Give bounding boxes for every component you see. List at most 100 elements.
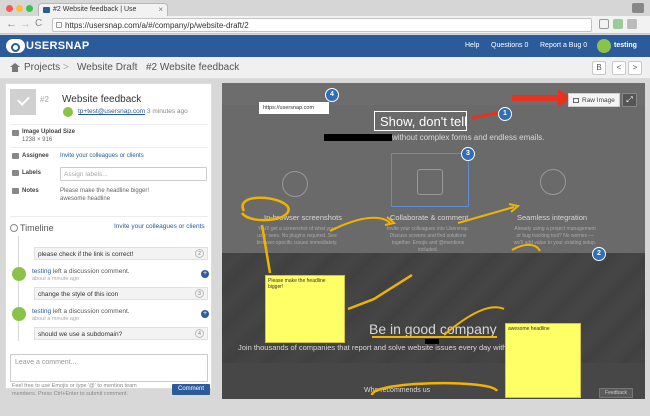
notes-label: Notes [22,188,39,194]
expand-icon[interactable]: ⤢ [622,93,637,107]
annotation-arrow [511,243,541,252]
reporter-info: tp+test@usersnap.com 3 minutes ago [78,108,188,115]
plus-icon[interactable]: + [201,310,209,318]
feedback-tab: Feedback [599,388,633,398]
report-bug-link[interactable]: Report a Bug 0 [540,42,587,49]
annotation-marker-1[interactable]: 1 [498,107,512,121]
menu-icon[interactable] [627,19,637,29]
extension-icon[interactable] [613,19,623,29]
image-icon [573,98,579,103]
usersnap-logo-icon [6,39,25,53]
comment-help-text: Feel free to use Emojis or type '@' to m… [12,383,137,397]
timeline-time: about a minute ago [32,316,80,322]
annotation-arrow [260,224,272,274]
divider [10,147,208,148]
annotation-arrow [457,206,515,224]
annotation-marker-4[interactable]: 4 [325,88,339,102]
raw-image-button[interactable]: Raw Image [568,93,620,107]
upload-size-value: 1238 × 916 [22,137,53,143]
assignee-invite-link[interactable]: Invite your colleagues or clients [60,153,144,159]
forward-icon[interactable]: → [20,18,31,30]
chrome-user-icon[interactable] [632,3,644,13]
divider [10,124,208,125]
reporter-email[interactable]: tp+test@usersnap.com [78,108,145,115]
tab-title: #2 Website feedback | Use [53,6,137,13]
timeline-invite-link[interactable]: Invite your colleagues or clients [114,223,205,230]
upload-size-label: Image Upload Size [22,129,76,135]
screenshot-viewer[interactable]: https://usersnap.com Show, don't tell wi… [222,83,645,399]
prev-issue-button[interactable]: < [612,61,626,75]
annotation-circle [370,381,499,396]
report-badge: 0 [583,42,588,49]
reload-icon[interactable]: C [35,18,42,29]
notes-icon [12,188,19,194]
timeline-icon [10,224,18,232]
drawn-annotations [240,89,572,396]
address-bar[interactable]: https://usersnap.com/a/#/company/p/websi… [52,18,592,32]
annotation-marker-3[interactable]: 3 [461,147,475,161]
plus-icon[interactable]: + [201,270,209,278]
labels-input[interactable]: Assign labels... [60,167,207,181]
close-tab-icon[interactable]: × [158,5,163,14]
bookmark-issue-button[interactable]: B [592,61,606,75]
timeline-time: about a minute ago [32,276,80,282]
timeline-activity: testing left a discussion comment. [32,268,130,275]
home-icon[interactable] [10,63,20,72]
submit-comment-button[interactable]: Comment [172,384,210,395]
breadcrumb-separator: > [63,62,69,73]
timeline-activity: testing left a discussion comment. [32,308,130,315]
timeline-title: Timeline [20,223,54,233]
reporter-avatar [62,106,74,118]
note-line: awesome headline [60,196,111,202]
usersnap-favicon-icon [43,7,50,13]
sticky-note[interactable]: Please make the headline bigger! [265,275,345,343]
marker-badge: 4 [195,329,204,338]
annotation-arrow [329,216,391,232]
user-avatar [12,307,26,321]
user-menu[interactable]: testing [614,42,637,49]
breadcrumb-website-draft[interactable]: Website Draft [77,62,137,73]
sticky-note[interactable]: awesome headline [505,323,581,398]
annotation-arrow [443,306,505,336]
divider [10,216,208,217]
usersnap-logo[interactable]: USERSNAP [6,39,89,53]
labels-icon [12,170,19,176]
minimize-window-icon[interactable] [16,5,23,12]
back-icon[interactable]: ← [6,18,17,30]
issue-detail-panel: #2 Website feedback tp+test@usersnap.com… [5,83,212,397]
page-icon [56,22,62,28]
timeline-item[interactable]: please check if the link is correct! 2 [34,247,208,260]
next-issue-button[interactable]: > [628,61,642,75]
annotation-circle [240,196,290,222]
browser-tab[interactable]: #2 Website feedback | Use × [38,3,168,16]
marker-badge: 2 [195,249,204,258]
marker-badge: 3 [195,289,204,298]
app-header: USERSNAP Help Questions 0 Report a Bug 0… [0,35,650,57]
timeline-item[interactable]: change the style of this icon 3 [34,287,208,300]
maximize-window-icon[interactable] [26,5,33,12]
breadcrumb-projects[interactable]: Projects [24,62,60,73]
image-size-icon [12,130,19,136]
assignee-label: Assignee [22,153,49,159]
user-avatar [12,267,26,281]
issue-title[interactable]: Website feedback [62,94,141,105]
address-text: https://usersnap.com/a/#/company/p/websi… [65,21,249,30]
questions-link[interactable]: Questions 0 [491,42,528,49]
breadcrumb-issue: #2 Website feedback [146,62,240,73]
help-link[interactable]: Help [465,42,479,49]
browser-titlebar: #2 Website feedback | Use × [0,0,650,16]
annotation-arrow [347,273,413,311]
comment-input[interactable]: Leave a comment... [10,354,208,382]
note-line: Please make the headline bigger! [60,188,150,194]
issue-status-checkbox[interactable] [10,89,36,115]
questions-badge: 0 [524,42,529,49]
user-avatar[interactable] [597,39,611,53]
browser-toolbar: ← → C https://usersnap.com/a/#/company/p… [0,16,650,34]
annotation-marker-2[interactable]: 2 [592,247,606,261]
bookmark-icon[interactable] [599,19,609,29]
close-window-icon[interactable] [6,5,13,12]
assignee-icon [12,153,19,159]
timeline-line [18,236,19,341]
labels-label: Labels [22,170,42,176]
timeline-item[interactable]: should we use a subdomain? 4 [34,327,208,340]
